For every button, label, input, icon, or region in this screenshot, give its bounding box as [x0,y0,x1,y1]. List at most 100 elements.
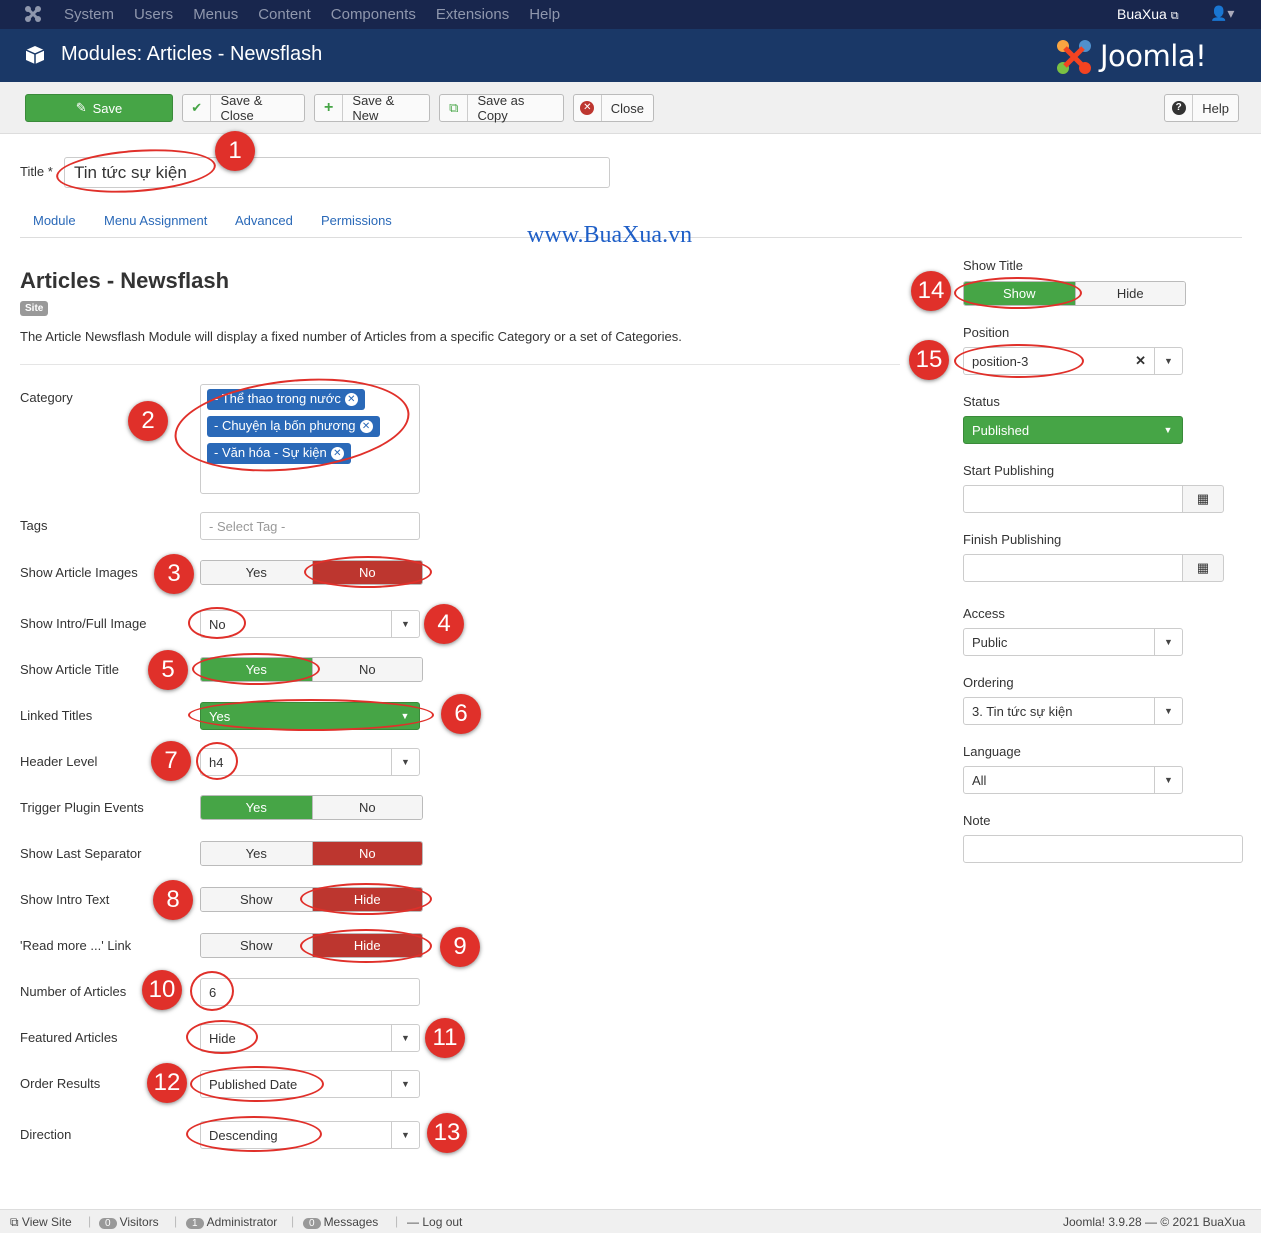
caret-down-icon: ▼ [391,1122,419,1148]
annotation-number: 13 [427,1113,467,1153]
start-publishing-label: Start Publishing [963,463,1055,478]
option-yes[interactable]: Yes [201,796,312,819]
option-show[interactable]: Show [201,888,312,911]
close-button[interactable]: ✕ Close [573,94,654,122]
start-publishing-input[interactable] [963,485,1183,513]
show-intro-full-image-label: Show Intro/Full Image [20,616,147,631]
cube-icon [25,46,45,64]
clear-icon[interactable]: ✕ [1135,353,1146,369]
question-icon: ? [1165,95,1194,121]
annotation-number: 6 [441,694,481,734]
tab-module[interactable]: Module [33,213,76,228]
option-hide[interactable]: Hide [1074,282,1185,305]
show-last-separator-label: Show Last Separator [20,846,142,861]
tags-label: Tags [20,518,48,533]
menu-users[interactable]: Users [134,6,173,23]
tags-input[interactable]: - Select Tag - [200,512,420,540]
option-show[interactable]: Show [201,934,312,957]
option-no[interactable]: No [311,658,422,681]
annotation-ring [300,883,432,915]
option-no[interactable]: No [311,842,422,865]
finish-publishing-input[interactable] [963,554,1183,582]
menu-system[interactable]: System [64,6,114,23]
calendar-icon[interactable]: ▦ [1182,554,1224,582]
messages-link[interactable]: 0 Messages [303,1215,378,1229]
show-intro-text-label: Show Intro Text [20,892,110,907]
menu-help[interactable]: Help [529,6,560,23]
select-value: Public [972,635,1008,650]
admin-count: 1 [186,1218,204,1229]
annotation-ring [196,742,238,780]
caret-down-icon: ▼ [391,749,419,775]
help-button[interactable]: ? Help [1164,94,1239,122]
separator: | [88,1214,92,1228]
tab-permissions[interactable]: Permissions [321,213,392,228]
visitors-link[interactable]: 0 Visitors [99,1215,159,1229]
annotation-ring [190,1066,324,1102]
linked-titles-label: Linked Titles [20,708,93,723]
note-input[interactable] [963,835,1243,863]
category-label: Category [20,390,73,405]
featured-articles-label: Featured Articles [20,1030,118,1045]
close-circle-icon: ✕ [574,95,602,121]
save-as-copy-button[interactable]: ⧉ Save as Copy [439,93,564,123]
separator: | [395,1214,399,1228]
separator: | [291,1214,295,1228]
annotation-ring [188,699,434,731]
external-link-icon: ⧉ [10,1215,19,1229]
finish-publishing-label: Finish Publishing [963,532,1062,547]
watermark: www.BuaXua.vn [527,222,693,248]
menu-extensions[interactable]: Extensions [436,6,509,23]
annotation-ring [54,144,218,198]
caret-down-icon: ▼ [1163,425,1173,435]
show-article-title-label: Show Article Title [20,662,119,677]
caret-down-icon: ▼ [1154,767,1182,793]
annotation-number: 2 [128,401,168,441]
save-close-button[interactable]: ✔ Save & Close [182,93,305,123]
caret-down-icon: ▼ [391,1025,419,1051]
menu-components[interactable]: Components [331,6,416,23]
logout-link[interactable]: — Log out [407,1215,462,1229]
annotation-number: 1 [215,131,255,171]
save-copy-label: Save as Copy [477,93,525,123]
annotation-ring [186,1020,258,1054]
page-header: Modules: Articles - Newsflash Joomla! [0,29,1261,82]
calendar-icon[interactable]: ▦ [1182,485,1224,513]
messages-label: Messages [323,1215,379,1229]
access-select[interactable]: Public ▼ [963,628,1183,656]
site-link[interactable]: BuaXua ⧉ [1117,6,1179,23]
option-no[interactable]: No [311,796,422,819]
annotation-number: 10 [142,970,182,1010]
annotation-ring [186,1116,322,1152]
annotation-number: 15 [909,340,949,380]
joomla-brand: Joomla! [1100,39,1207,73]
annotation-number: 4 [424,604,464,644]
ordering-select[interactable]: 3. Tin tức sự kiện ▼ [963,697,1183,725]
language-label: Language [963,744,1021,759]
language-select[interactable]: All ▼ [963,766,1183,794]
option-yes[interactable]: Yes [201,561,312,584]
admin-link[interactable]: 1 Administrator [186,1215,277,1229]
view-site-link[interactable]: ⧉ View Site [10,1215,72,1230]
save-button[interactable]: ✎ Save [25,94,173,122]
joomla-brand-icon [1057,40,1091,74]
annotation-number: 8 [153,880,193,920]
main-menu: System Users Menus Content Components Ex… [64,6,580,23]
save-close-label: Save & Close [220,93,263,123]
annotation-ring [954,344,1084,378]
logout-label: Log out [422,1215,463,1229]
admin-label: Administrator [206,1215,278,1229]
save-new-button[interactable]: + Save & New [314,93,430,123]
tab-advanced[interactable]: Advanced [235,213,293,228]
order-results-label: Order Results [20,1076,101,1091]
option-yes[interactable]: Yes [201,842,312,865]
direction-label: Direction [20,1127,72,1142]
joomla-logo-icon[interactable] [24,5,42,23]
site-badge: Site [20,301,49,316]
user-menu-icon[interactable]: 👤▾ [1210,5,1234,22]
annotation-number: 7 [151,741,191,781]
status-select[interactable]: Published ▼ [963,416,1183,444]
menu-content[interactable]: Content [258,6,311,23]
menu-menus[interactable]: Menus [193,6,238,23]
tab-menu-assignment[interactable]: Menu Assignment [104,213,207,228]
